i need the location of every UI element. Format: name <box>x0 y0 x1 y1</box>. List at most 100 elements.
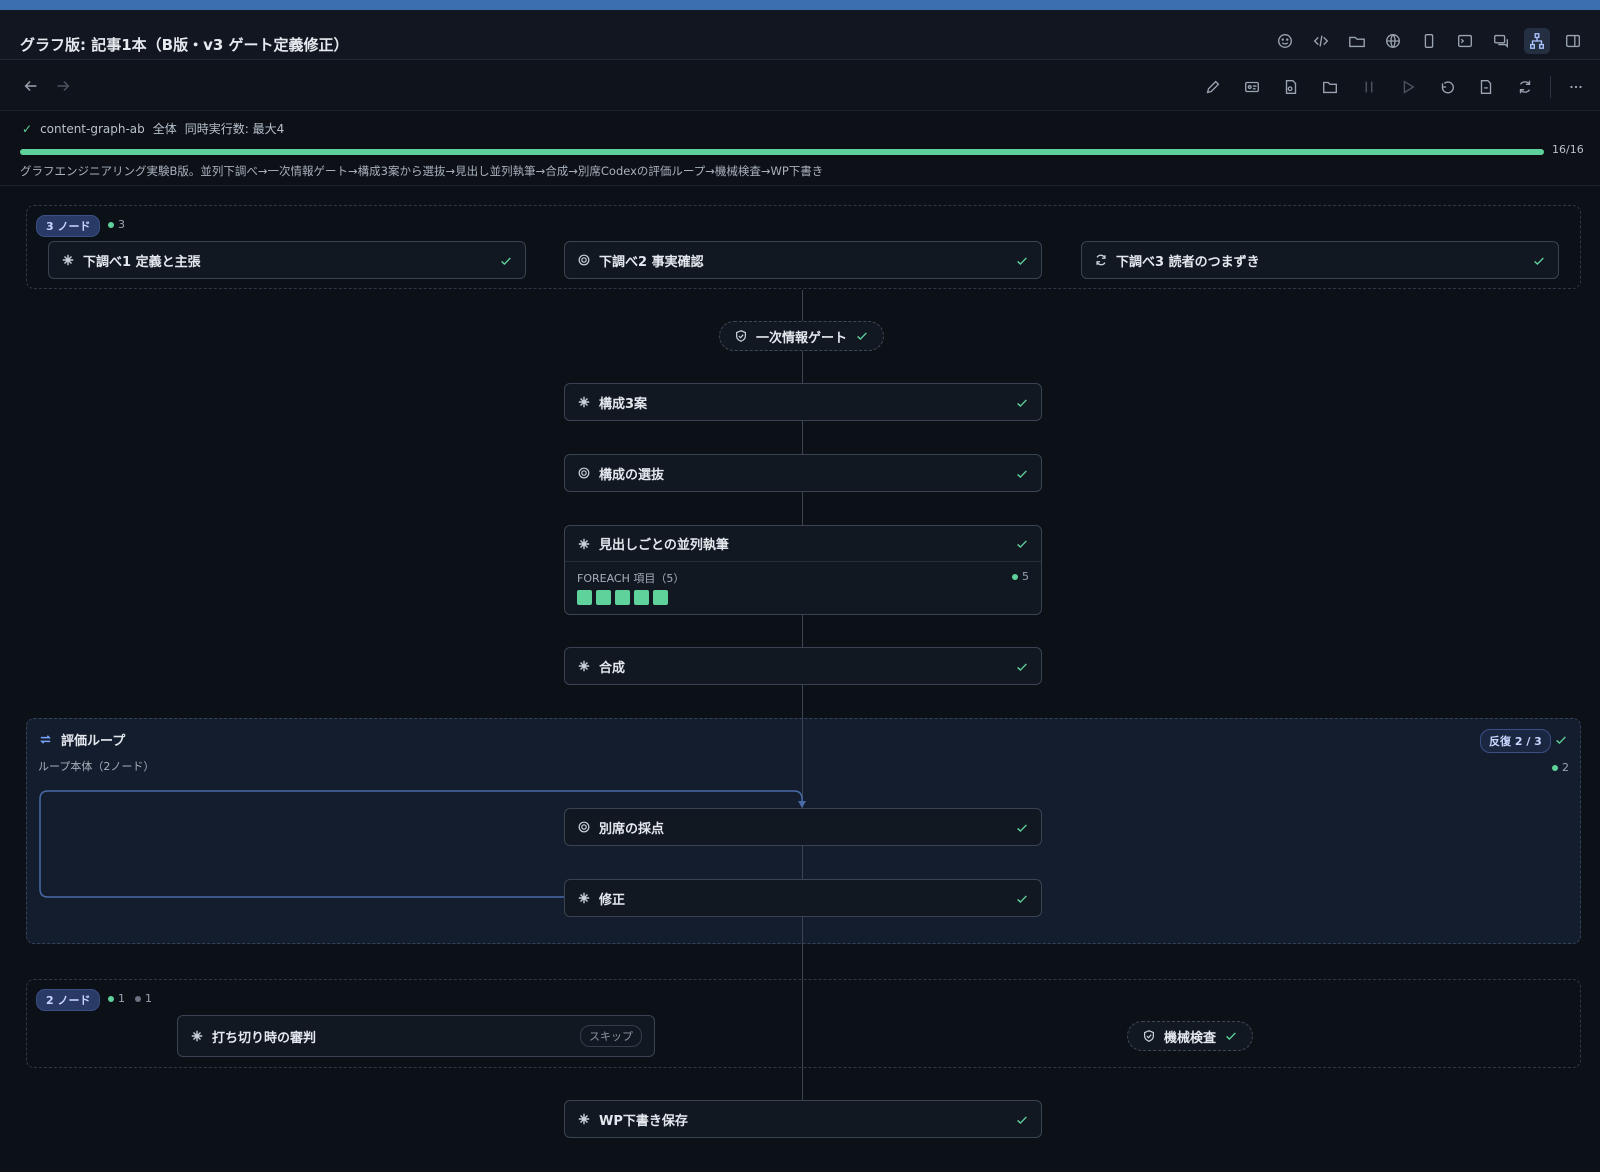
node-outline-select[interactable]: 構成の選抜 <box>564 454 1042 492</box>
edit-icon[interactable] <box>1199 73 1227 101</box>
globe-icon[interactable] <box>1380 28 1406 54</box>
check-icon <box>1015 466 1029 480</box>
node-parallel-writing[interactable]: 見出しごとの並列執筆 FOREACH 項目（5） 5 <box>564 525 1042 615</box>
foreach-item-box[interactable] <box>634 590 649 605</box>
node-label: 構成3案 <box>599 396 648 412</box>
toolbar-separator <box>1550 76 1551 98</box>
check-icon <box>1015 537 1029 551</box>
folder-icon[interactable] <box>1316 73 1344 101</box>
foreach-item-box[interactable] <box>577 590 592 605</box>
smiley-icon[interactable] <box>1272 28 1298 54</box>
foreach-subtitle: FOREACH 項目（5） <box>577 572 685 585</box>
foreach-item-box[interactable] <box>615 590 630 605</box>
node-research-2[interactable]: 下調べ2 事実確認 <box>564 241 1042 279</box>
status-check-icon: ✓ <box>22 121 33 136</box>
gate-label: 機械検査 <box>1164 1030 1217 1046</box>
openai-icon <box>577 466 591 480</box>
sidebar-icon[interactable] <box>1560 28 1586 54</box>
top-accent-bar <box>0 0 1600 10</box>
skip-badge: スキップ <box>580 1025 642 1047</box>
node-label: 打ち切り時の審判 <box>212 1030 317 1046</box>
check-icon <box>1015 395 1029 409</box>
concurrency-label: 同時実行数: 最大4 <box>184 122 285 136</box>
toolbar <box>0 61 1600 111</box>
foreach-header: 見出しごとの並列執筆 <box>565 526 1041 562</box>
check-icon <box>1015 891 1029 905</box>
back-arrow-icon[interactable] <box>22 77 42 97</box>
group2-pill: 2 ノード <box>36 989 101 1011</box>
group2-skipped-count: 1 <box>145 992 152 1005</box>
terminal-icon[interactable] <box>1452 28 1478 54</box>
code-icon[interactable] <box>1308 28 1334 54</box>
done-dot <box>1552 764 1558 771</box>
done-dot <box>108 221 114 228</box>
workflow-name: content-graph-ab <box>40 121 145 136</box>
refresh-icon[interactable] <box>1511 73 1539 101</box>
check-icon <box>1554 732 1568 746</box>
group2-count: 1 1 <box>108 992 152 1005</box>
check-icon <box>1015 659 1029 673</box>
play-icon[interactable] <box>1394 73 1422 101</box>
forward-arrow-icon[interactable] <box>54 77 74 97</box>
loop-subtitle: ループ本体（2ノード） <box>38 760 155 773</box>
run-status-line: ✓ content-graph-ab 全体 同時実行数: 最大4 <box>22 120 284 137</box>
sparkle-icon <box>577 1112 591 1126</box>
gate-primary-source[interactable]: 一次情報ゲート <box>719 321 885 351</box>
node-research-3[interactable]: 下調べ3 読者のつまずき <box>1081 241 1559 279</box>
openai-icon <box>577 820 591 834</box>
progress-bar <box>20 149 1544 155</box>
check-icon <box>857 332 867 341</box>
pause-icon[interactable] <box>1355 73 1383 101</box>
window-title: グラフ版: 記事1本（B版・v3 ゲート定義修正） <box>20 36 349 54</box>
sparkle-icon <box>61 253 75 267</box>
node-label: 合成 <box>599 660 626 676</box>
node-fix[interactable]: 修正 <box>564 879 1042 917</box>
phone-icon[interactable] <box>1416 28 1442 54</box>
folder-open-icon[interactable] <box>1344 28 1370 54</box>
node-synthesis[interactable]: 合成 <box>564 647 1042 685</box>
shield-icon <box>1144 1030 1154 1042</box>
file-icon[interactable] <box>1277 73 1305 101</box>
shield-icon <box>736 330 746 342</box>
node-label: 見出しごとの並列執筆 <box>599 538 729 553</box>
node-eval-score[interactable]: 別席の採点 <box>564 808 1042 846</box>
group1-count-value: 3 <box>118 218 125 231</box>
foreach-item-box[interactable] <box>596 590 611 605</box>
connector-line <box>802 1068 803 1101</box>
title-icon-group <box>1272 28 1586 54</box>
check-icon <box>1015 1112 1029 1126</box>
group2-done-count: 1 <box>118 992 125 1005</box>
node-label: 下調べ1 定義と主張 <box>83 254 201 270</box>
undo-icon[interactable] <box>1433 73 1461 101</box>
group1-pill: 3 ノード <box>36 215 101 237</box>
check-icon <box>499 253 513 267</box>
progress-label: 16/16 <box>1552 143 1584 156</box>
foreach-count: 5 <box>1012 570 1029 583</box>
group1-count: 3 <box>108 218 125 231</box>
cycle-icon <box>1094 253 1108 267</box>
node-cutoff-judge[interactable]: 打ち切り時の審判 スキップ <box>177 1015 655 1057</box>
gate-mechanical-check[interactable]: 機械検査 <box>1127 1021 1254 1051</box>
foreach-item-box[interactable] <box>653 590 668 605</box>
node-outline-3[interactable]: 構成3案 <box>564 383 1042 421</box>
foreach-count-value: 5 <box>1022 570 1029 583</box>
document-icon[interactable] <box>1472 73 1500 101</box>
sparkle-icon <box>577 537 591 551</box>
run-status-area: ✓ content-graph-ab 全体 同時実行数: 最大4 16/16 グ… <box>0 111 1600 186</box>
node-research-1[interactable]: 下調べ1 定義と主張 <box>48 241 526 279</box>
sparkle-icon <box>190 1029 204 1043</box>
check-icon <box>1226 1032 1236 1041</box>
loop-title: 評価ループ <box>38 730 125 749</box>
id-card-icon[interactable] <box>1238 73 1266 101</box>
graph-icon[interactable] <box>1524 28 1550 54</box>
more-icon[interactable] <box>1562 73 1590 101</box>
loop-count-value: 2 <box>1562 761 1569 774</box>
check-icon <box>1015 820 1029 834</box>
chat-icon[interactable] <box>1488 28 1514 54</box>
toolbar-icon-group <box>1199 73 1590 101</box>
node-label: 下調べ3 読者のつまずき <box>1116 254 1260 270</box>
window-title-bar: グラフ版: 記事1本（B版・v3 ゲート定義修正） <box>0 10 1600 60</box>
loop-count: 2 <box>1552 761 1569 774</box>
foreach-items <box>577 590 668 605</box>
node-wp-draft[interactable]: WP下書き保存 <box>564 1100 1042 1138</box>
